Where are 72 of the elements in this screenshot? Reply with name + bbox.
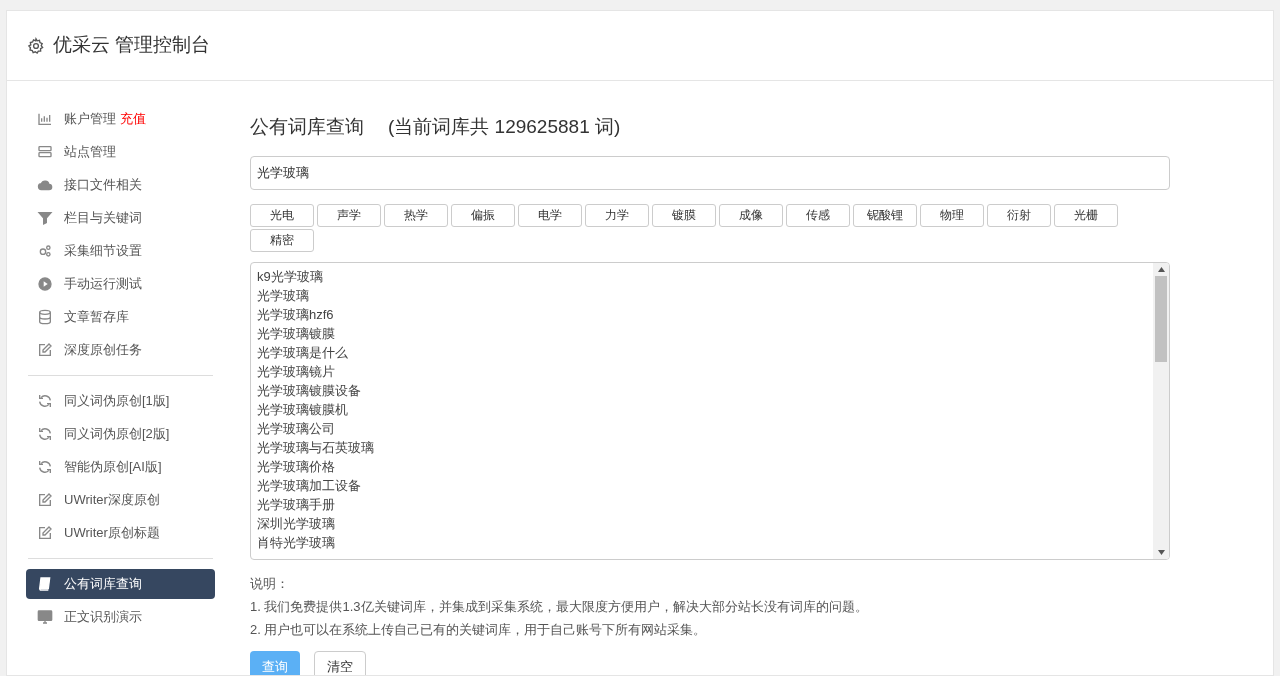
tag-button[interactable]: 力学 (585, 203, 649, 227)
sidebar-item[interactable]: 同义词伪原创[1版] (26, 386, 215, 416)
search-field[interactable]: 光学玻璃 (250, 155, 1170, 190)
sidebar-item[interactable]: 手动运行测试 (26, 269, 215, 299)
keyword-line: 光学玻璃hzf6 (257, 305, 334, 324)
edit-icon (36, 492, 54, 508)
edit-icon (36, 525, 54, 541)
note-text: 2. 用户也可以在系统上传自己已有的关键词库，用于自己账号下所有网站采集。 (250, 620, 707, 639)
notes-heading: 说明： (250, 574, 290, 593)
monitor-icon (36, 609, 54, 625)
sidebar-item[interactable]: 接口文件相关 (26, 170, 215, 200)
keyword-line: k9光学玻璃 (257, 267, 323, 286)
tag-button[interactable]: 镀膜 (652, 203, 716, 227)
tag-button[interactable]: 成像 (719, 203, 783, 227)
word-count-text: (当前词库共 129625881 词) (388, 115, 621, 139)
keyword-line: 光学玻璃手册 (257, 495, 335, 514)
database-icon (36, 309, 54, 325)
sidebar-item[interactable]: 文章暂存库 (26, 302, 215, 332)
keyword-line: 光学玻璃镜片 (257, 362, 335, 381)
refresh-icon (36, 459, 54, 475)
tag-button[interactable]: 物理 (920, 203, 984, 227)
bar-chart-icon (36, 111, 54, 127)
refresh-icon (36, 426, 54, 442)
tag-button[interactable]: 铌酸锂 (853, 203, 917, 227)
tag-button[interactable]: 声学 (317, 203, 381, 227)
sidebar-item[interactable]: 深度原创任务 (26, 335, 215, 365)
filter-icon (36, 210, 54, 226)
keyword-line: 光学玻璃镀膜机 (257, 400, 348, 419)
sidebar-item[interactable]: UWriter深度原创 (26, 485, 215, 515)
tag-button[interactable]: 偏振 (451, 203, 515, 227)
keyword-line: 肖特光学玻璃 (257, 533, 335, 552)
sidebar-item[interactable]: 栏目与关键词 (26, 203, 215, 233)
page-title: 公有词库查询 (250, 115, 364, 139)
tag-button[interactable]: 精密 (250, 228, 314, 252)
keyword-line: 光学玻璃镀膜设备 (257, 381, 361, 400)
keyword-line: 光学玻璃价格 (257, 457, 335, 476)
scrollbar-thumb[interactable] (1155, 275, 1167, 362)
console-title: 优采云 管理控制台 (53, 33, 211, 58)
scroll-up-icon[interactable] (1157, 266, 1165, 272)
refresh-icon (36, 393, 54, 409)
tag-button[interactable]: 光电 (250, 203, 314, 227)
server-icon (36, 144, 54, 160)
sidebar-item[interactable]: 公有词库查询 (26, 569, 215, 599)
clear-button[interactable]: 清空 (314, 650, 366, 675)
tag-button[interactable]: 光栅 (1054, 203, 1118, 227)
sidebar-item[interactable]: 账户管理 充值 (26, 104, 215, 134)
sidebar-item[interactable]: 同义词伪原创[2版] (26, 419, 215, 449)
results-list[interactable]: k9光学玻璃 光学玻璃 光学玻璃hzf6 光学玻璃镀膜 光学玻璃是什么 光学玻璃镜片 光学玻璃镀膜设备 光学玻璃镀膜机 光学玻璃公司 光学玻璃与石英玻璃 光学玻璃价格 光学玻璃加工设备 光学玻璃手册 深圳光学玻璃 肖特光学玻璃 (250, 261, 1170, 560)
sidebar-item[interactable]: 智能伪原创[AI版] (26, 452, 215, 482)
note-text: 1. 我们免费提供1.3亿关键词库，并集成到采集系统，最大限度方便用户，解决大部分站长没有词库的问题。 (250, 597, 868, 616)
keyword-line: 光学玻璃 (257, 286, 309, 305)
keyword-line: 深圳光学玻璃 (257, 514, 335, 533)
play-icon (36, 276, 54, 292)
scrollbar[interactable] (1153, 262, 1169, 559)
settings-icon (27, 36, 45, 55)
keyword-line: 光学玻璃是什么 (257, 343, 348, 362)
tag-button[interactable]: 传感 (786, 203, 850, 227)
tag-button[interactable]: 衍射 (987, 203, 1051, 227)
edit-icon (36, 342, 54, 358)
sidebar-item[interactable]: 正文识别演示 (26, 602, 215, 632)
keyword-line: 光学玻璃加工设备 (257, 476, 361, 495)
keyword-line: 光学玻璃公司 (257, 419, 335, 438)
tag-button[interactable]: 电学 (518, 203, 582, 227)
scroll-down-icon[interactable] (1157, 549, 1165, 555)
tag-button[interactable]: 热学 (384, 203, 448, 227)
cloud-upload-icon (36, 177, 54, 193)
recharge-link[interactable]: 充值 (120, 109, 146, 129)
sidebar-item[interactable]: 站点管理 (26, 137, 215, 167)
keyword-line: 光学玻璃镀膜 (257, 324, 335, 343)
sidebar-item[interactable]: 采集细节设置 (26, 236, 215, 266)
sidebar-item[interactable]: UWriter原创标题 (26, 518, 215, 548)
keyword-line: 光学玻璃与石英玻璃 (257, 438, 374, 457)
